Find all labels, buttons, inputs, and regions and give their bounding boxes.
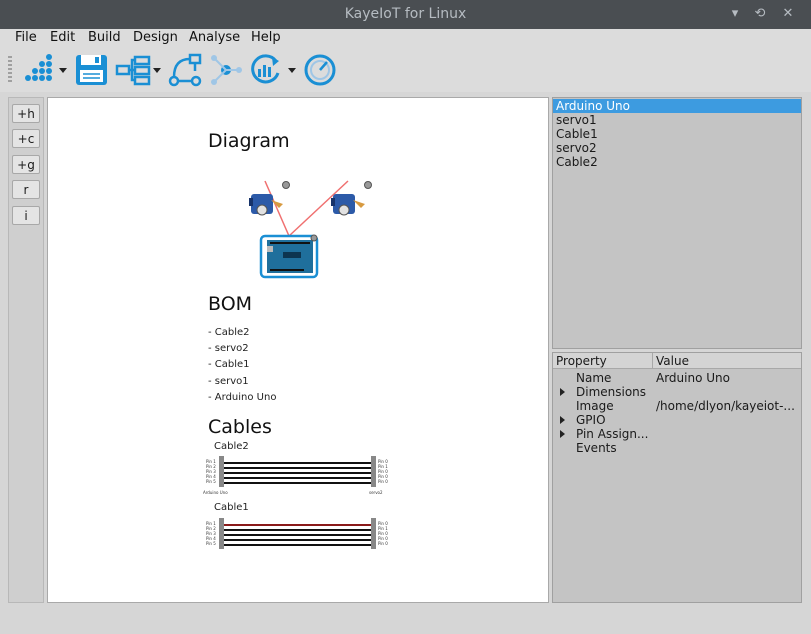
cable-end-label: Arduino Uno: [203, 490, 228, 495]
arduino-board-image[interactable]: [259, 234, 319, 279]
menu-bar: File Edit Build Design Analyse Help: [0, 29, 811, 48]
close-icon[interactable]: ✕: [779, 5, 797, 23]
property-key: Name: [576, 371, 612, 385]
property-key: Dimensions: [576, 385, 647, 399]
workflow-icon[interactable]: [168, 53, 204, 87]
property-key: Events: [576, 441, 617, 455]
property-column-header[interactable]: Property: [553, 353, 653, 369]
r-button[interactable]: r: [12, 180, 40, 199]
value-column-header[interactable]: Value: [653, 353, 801, 369]
pin-label: Pin 5: [206, 479, 216, 484]
menu-file[interactable]: File: [15, 30, 37, 45]
property-row[interactable]: Pin Assign...: [553, 427, 801, 441]
diagram-heading: Diagram: [208, 130, 290, 152]
property-row[interactable]: Name Arduino Uno: [553, 371, 801, 385]
menu-analyse[interactable]: Analyse: [189, 30, 240, 45]
menu-edit[interactable]: Edit: [50, 30, 75, 45]
bom-item: - Cable2: [208, 327, 250, 338]
property-row[interactable]: GPIO: [553, 413, 801, 427]
component-list[interactable]: Arduino Uno servo1 Cable1 servo2 Cable2: [552, 97, 802, 349]
network-nodes-icon[interactable]: [20, 53, 70, 87]
i-button[interactable]: i: [12, 206, 40, 225]
gauge-icon[interactable]: [303, 53, 337, 87]
window-title: KayeIoT for Linux: [344, 6, 467, 22]
property-row[interactable]: Dimensions: [553, 385, 801, 399]
side-toolbar: +h +c +g r i: [8, 97, 44, 603]
property-key: GPIO: [576, 413, 606, 427]
property-key: Image: [576, 399, 614, 413]
tree-structure-icon[interactable]: [115, 53, 165, 87]
bom-item: - Arduino Uno: [208, 392, 277, 403]
bom-heading: BOM: [208, 293, 253, 315]
list-item[interactable]: servo2: [553, 141, 801, 155]
bom-item: - servo1: [208, 376, 249, 387]
add-h-button[interactable]: +h: [12, 104, 40, 123]
document-canvas[interactable]: Diagram BOM - Cable2 - servo2 - Cable1 -…: [47, 97, 549, 603]
bom-item: - Cable1: [208, 359, 250, 370]
menu-build[interactable]: Build: [88, 30, 121, 45]
property-panel: Property Value Name Arduino Uno Dimensio…: [552, 352, 802, 603]
list-item[interactable]: servo1: [553, 113, 801, 127]
toolbar: [0, 48, 811, 92]
window-titlebar: KayeIoT for Linux ▾ ⟲ ✕: [0, 0, 811, 29]
property-row[interactable]: Image /home/dlyon/kayeiot-...: [553, 399, 801, 413]
connections-icon[interactable]: [208, 53, 244, 87]
pin-dot: [364, 181, 372, 189]
expand-arrow-icon[interactable]: [560, 388, 565, 396]
expand-arrow-icon[interactable]: [560, 430, 565, 438]
bom-item: - servo2: [208, 343, 249, 354]
refresh-chart-icon[interactable]: [248, 53, 300, 87]
property-key: Pin Assign...: [576, 427, 649, 441]
add-g-button[interactable]: +g: [12, 155, 40, 174]
circuit-diagram[interactable]: [243, 174, 383, 284]
menu-design[interactable]: Design: [133, 30, 178, 45]
list-item[interactable]: Arduino Uno: [553, 99, 801, 113]
pin-label: Pin 0: [378, 541, 388, 546]
property-value[interactable]: /home/dlyon/kayeiot-...: [656, 399, 798, 413]
minimize-icon[interactable]: ▾: [726, 5, 744, 23]
save-icon[interactable]: [75, 53, 109, 87]
cable-diagram[interactable]: Pin 1 Pin 2 Pin 3 Pin 4 Pin 5 Pin 0 Pin …: [201, 516, 401, 556]
cable-diagram[interactable]: Pin 1 Pin 2 Pin 3 Pin 4 Pin 5 Pin 0 Pin …: [201, 454, 401, 498]
expand-arrow-icon[interactable]: [560, 416, 565, 424]
list-item[interactable]: Cable1: [553, 127, 801, 141]
pin-dot: [282, 181, 290, 189]
cable-label: Cable2: [214, 441, 249, 452]
pin-label: Pin 0: [378, 479, 388, 484]
add-c-button[interactable]: +c: [12, 129, 40, 148]
menu-help[interactable]: Help: [251, 30, 281, 45]
pin-label: Pin 5: [206, 541, 216, 546]
restore-icon[interactable]: ⟲: [751, 5, 769, 23]
servo-image[interactable]: [331, 194, 365, 216]
list-item[interactable]: Cable2: [553, 155, 801, 169]
status-bar: [0, 608, 811, 634]
cable-label: Cable1: [214, 502, 249, 513]
property-value[interactable]: Arduino Uno: [656, 371, 798, 385]
cable-end-label: servo2: [369, 490, 383, 495]
cables-heading: Cables: [208, 416, 272, 438]
property-row[interactable]: Events: [553, 441, 801, 455]
toolbar-grip[interactable]: [8, 56, 12, 84]
